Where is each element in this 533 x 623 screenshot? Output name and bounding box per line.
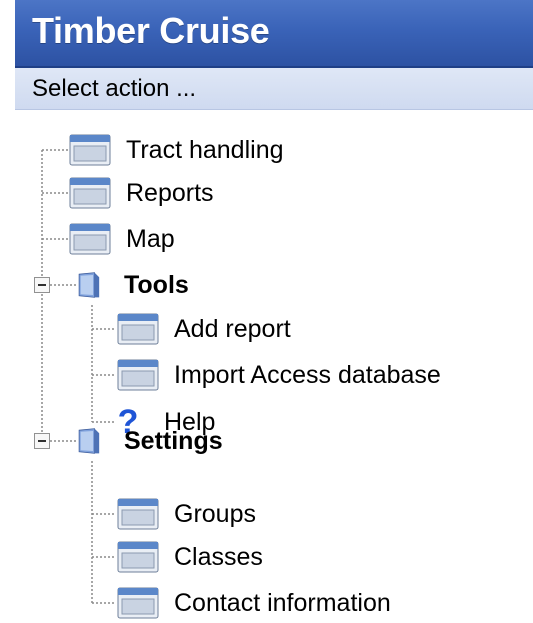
form-icon (117, 541, 159, 573)
tree-item-label: Settings (124, 426, 223, 455)
tree-item-label: Import Access database (174, 360, 441, 389)
tree-item-groups[interactable]: Groups (116, 494, 256, 534)
tree-item-label: Tools (124, 270, 189, 299)
collapse-toggle-tools[interactable] (34, 277, 50, 293)
book-icon (78, 428, 100, 454)
tree-item-classes[interactable]: Classes (116, 537, 263, 577)
tree-item-import-access-database[interactable]: Import Access database (116, 355, 441, 395)
tree-connector-lines (41, 149, 116, 604)
tree-item-label: Tract handling (126, 135, 284, 164)
collapse-toggle-settings[interactable] (34, 433, 50, 449)
form-icon (69, 177, 111, 209)
tree-item-tract-handling[interactable]: Tract handling (68, 130, 284, 170)
tree-item-label: Add report (174, 314, 291, 343)
form-icon (69, 223, 111, 255)
tree-item-add-report[interactable]: Add report (116, 309, 291, 349)
tree-item-settings[interactable]: Settings (76, 421, 223, 461)
tree-item-tools[interactable]: Tools (76, 265, 189, 305)
tree-item-reports[interactable]: Reports (68, 173, 214, 213)
tree-item-label: Groups (174, 499, 256, 528)
book-icon (78, 272, 100, 298)
form-icon (117, 313, 159, 345)
tree-item-label: Reports (126, 178, 214, 207)
tree-item-contact-information[interactable]: Contact information (116, 583, 391, 623)
tree-item-map[interactable]: Map (68, 219, 175, 259)
form-icon (69, 134, 111, 166)
form-icon (117, 498, 159, 530)
tree-item-label: Classes (174, 542, 263, 571)
action-tree: Tract handling Reports Map Tools Add rep… (0, 0, 533, 619)
form-icon (117, 359, 159, 391)
tree-item-label: Map (126, 224, 175, 253)
tree-item-label: Contact information (174, 588, 391, 617)
